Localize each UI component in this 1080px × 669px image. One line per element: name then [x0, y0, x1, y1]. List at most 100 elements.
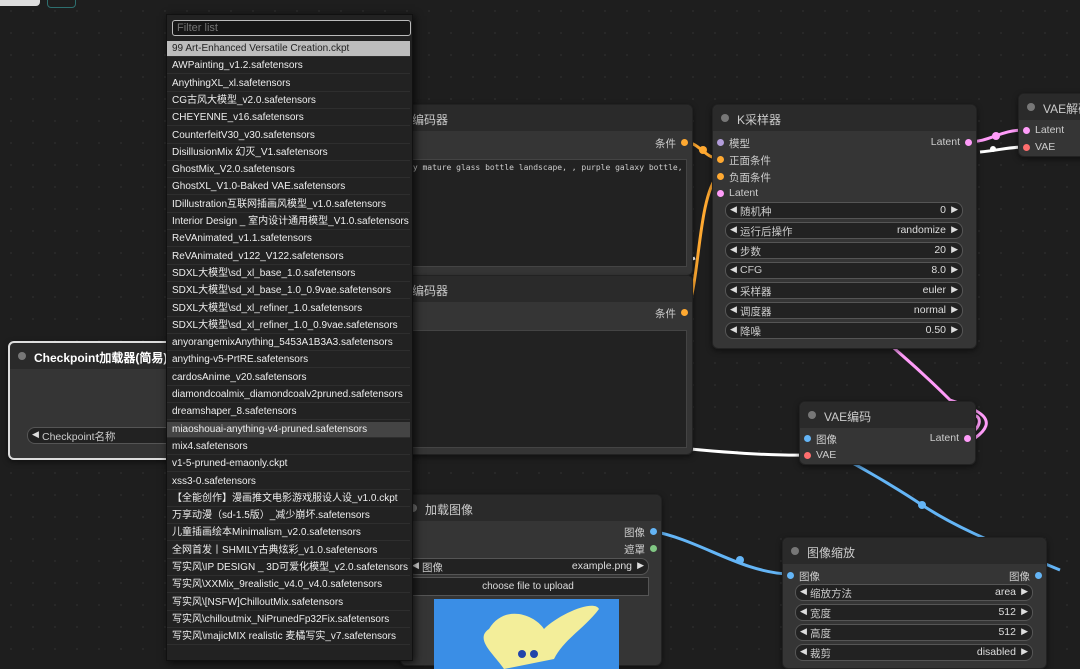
ksampler-node[interactable]: K采样器 模型 正面条件 负面条件 Latent Latent ◀ 随机种 0 ▶ ◀… — [712, 104, 977, 349]
dropdown-item[interactable]: GhostXL_V1.0-Baked VAE.safetensors — [167, 179, 410, 196]
load-image-node[interactable]: 加载图像 图像 遮罩 ◀ 图像 example.png ▶ choose file t… — [400, 494, 662, 669]
clip-text-encode-positive-node[interactable]: 编码器 条件 ry mature glass bottle landscape,… — [395, 104, 693, 276]
checkpoint-dropdown-list[interactable]: 99 Art-Enhanced Versatile Creation.ckptA… — [166, 14, 413, 661]
vae-decode-node[interactable]: VAE解码 Latent VAE — [1018, 93, 1080, 157]
width-widget[interactable]: ◀ 宽度 512 ▶ — [795, 604, 1033, 621]
seed-widget[interactable]: ◀ 随机种 0 ▶ — [725, 202, 963, 219]
prompt-textarea[interactable]: ry mature glass bottle landscape, , purp… — [404, 159, 687, 267]
node-title-bar[interactable]: VAE编码 — [800, 402, 975, 428]
dropdown-item[interactable]: SDXL大模型\sd_xl_refiner_1.0_0.9vae.safeten… — [167, 318, 410, 334]
negative-input-dot[interactable] — [717, 173, 724, 180]
collapse-dot-icon[interactable] — [721, 114, 729, 122]
vae-input-dot[interactable] — [804, 452, 811, 459]
input-label: VAE — [1035, 141, 1056, 153]
steps-widget[interactable]: ◀ 步数 20 ▶ — [725, 242, 963, 259]
node-title-bar[interactable]: 编码器 — [396, 276, 692, 302]
dropdown-item[interactable]: anything-v5-PrtRE.safetensors — [167, 352, 410, 369]
image-combo[interactable]: ◀ 图像 example.png ▶ — [407, 558, 649, 575]
dropdown-item[interactable]: ReVAnimated_v122_V122.safetensors — [167, 249, 410, 265]
node-title-bar[interactable]: K采样器 — [713, 105, 976, 131]
latent-output-dot[interactable] — [965, 139, 972, 146]
input-label: VAE — [816, 449, 837, 461]
node-title-bar[interactable]: 图像缩放 — [783, 538, 1046, 564]
dropdown-item[interactable]: anyorangemixAnything_5453A1B3A3.safetens… — [167, 335, 410, 352]
conditioning-output-dot[interactable] — [681, 139, 688, 146]
collapse-dot-icon[interactable] — [1027, 103, 1035, 111]
image-output-dot[interactable] — [650, 528, 657, 535]
dropdown-item[interactable]: SDXL大模型\sd_xl_base_1.0.safetensors — [167, 266, 410, 282]
dropdown-item[interactable]: ReVAnimated_v1.1.safetensors — [167, 231, 410, 248]
image-output-dot[interactable] — [1035, 572, 1042, 579]
dropdown-item[interactable]: GhostMix_V2.0.safetensors — [167, 162, 410, 179]
dropdown-item[interactable]: v1-5-pruned-emaonly.ckpt — [167, 456, 410, 473]
dropdown-item[interactable]: xss3-0.safetensors — [167, 474, 410, 490]
prompt-textarea[interactable] — [404, 330, 687, 448]
image-input-dot[interactable] — [804, 435, 811, 442]
positive-input-dot[interactable] — [717, 156, 724, 163]
dropdown-item[interactable]: 写实风\majicMIX realistic 麦橘写实_v7.safetenso… — [167, 629, 410, 646]
dropdown-item[interactable]: SDXL大模型\sd_xl_refiner_1.0.safetensors — [167, 301, 410, 317]
conditioning-output-dot[interactable] — [681, 309, 688, 316]
dropdown-item[interactable]: 99 Art-Enhanced Versatile Creation.ckpt — [167, 41, 410, 57]
latent-input-dot[interactable] — [1023, 127, 1030, 134]
dropdown-item[interactable]: mix4.safetensors — [167, 439, 410, 455]
dropdown-item[interactable]: DisillusionMix 幻灭_V1.safetensors — [167, 145, 410, 161]
dropdown-item[interactable]: 写实风\[NSFW]ChilloutMix.safetensors — [167, 595, 410, 611]
output-label: Latent — [929, 432, 959, 444]
dropdown-item[interactable]: 写实风\IP DESIGN _ 3D可爱化模型_v2.0.safetensors — [167, 560, 410, 576]
image-scale-node[interactable]: 图像缩放 图像 图像 ◀ 缩放方法 area ▶ ◀ 宽度 512 ▶ ◀ 高度 512 ▶ ◀ 裁… — [782, 537, 1047, 669]
crop-widget[interactable]: ◀ 裁剪 disabled ▶ — [795, 644, 1033, 661]
dropdown-item[interactable]: 写实风\chilloutmix_NiPrunedFp32Fix.safetens… — [167, 612, 410, 628]
control-after-generate-widget[interactable]: ◀ 运行后操作 randomize ▶ — [725, 222, 963, 239]
cfg-widget[interactable]: ◀ CFG 8.0 ▶ — [725, 262, 963, 279]
latent-input-dot[interactable] — [717, 190, 724, 197]
dropdown-item[interactable]: 写实风\XXMix_9realistic_v4.0_v4.0.safetenso… — [167, 577, 410, 594]
image-input-dot[interactable] — [787, 572, 794, 579]
input-label: 图像 — [799, 571, 820, 583]
upscale-method-widget[interactable]: ◀ 缩放方法 area ▶ — [795, 584, 1033, 601]
clip-text-encode-negative-node[interactable]: 编码器 条件 — [395, 275, 693, 455]
height-widget[interactable]: ◀ 高度 512 ▶ — [795, 624, 1033, 641]
checkpoint-loader-node[interactable]: Checkpoint加载器(简易) ◀ Checkpoint名称 — [8, 341, 199, 460]
node-title: VAE编码 — [824, 410, 872, 424]
dropdown-item[interactable]: Interior Design _ 室内设计通用模型_V1.0.safetens… — [167, 214, 410, 230]
dropdown-item[interactable]: 全网首发丨SHMILY古典炫彩_v1.0.safetensors — [167, 543, 410, 559]
filter-input[interactable] — [172, 20, 411, 36]
vae-input-dot[interactable] — [1023, 144, 1030, 151]
dropdown-item[interactable]: AnythingXL_xl.safetensors — [167, 76, 410, 92]
collapse-dot-icon[interactable] — [791, 547, 799, 555]
upload-button[interactable]: choose file to upload — [407, 577, 649, 596]
dropdown-item[interactable]: miaoshouai-anything-v4-pruned.safetensor… — [167, 421, 410, 438]
node-title-bar[interactable]: 加载图像 — [401, 495, 661, 521]
dropdown-item[interactable]: CounterfeitV30_v30.safetensors — [167, 128, 410, 144]
output-label: 遮罩 — [624, 544, 645, 556]
latent-output-dot[interactable] — [964, 435, 971, 442]
arrow-left-icon[interactable]: ◀ — [32, 429, 39, 440]
dropdown-item[interactable]: AWPainting_v1.2.safetensors — [167, 58, 410, 75]
model-input-dot[interactable] — [717, 139, 724, 146]
wire-image-to-scale — [651, 529, 789, 576]
vae-encode-node[interactable]: VAE编码 图像 VAE Latent — [799, 401, 976, 465]
node-title-bar[interactable]: Checkpoint加载器(简易) — [10, 343, 190, 369]
dropdown-item[interactable]: 万享动漫（sd-1.5版）_减少崩坏.safetensors — [167, 508, 410, 525]
collapse-dot-icon[interactable] — [808, 411, 816, 419]
node-title: 加载图像 — [425, 503, 474, 517]
dropdown-item[interactable]: 【全能创作】漫画推文电影游戏服设人设_v1.0.ckpt — [167, 491, 410, 507]
dropdown-item[interactable]: cardosAnime_v20.safetensors — [167, 370, 410, 386]
scheduler-widget[interactable]: ◀ 调度器 normal ▶ — [725, 302, 963, 319]
dropdown-item[interactable]: SDXL大模型\sd_xl_base_1.0_0.9vae.safetensor… — [167, 283, 410, 300]
dropdown-item[interactable]: diamondcoalmix_diamondcoalv2pruned.safet… — [167, 387, 410, 403]
dropdown-item[interactable]: 儿童插画绘本Minimalism_v2.0.safetensors — [167, 525, 410, 542]
dropdown-item[interactable]: CHEYENNE_v16.safetensors — [167, 110, 410, 127]
mask-output-dot[interactable] — [650, 545, 657, 552]
dropdown-item[interactable]: CG古风大模型_v2.0.safetensors — [167, 93, 410, 109]
collapse-dot-icon[interactable] — [18, 352, 26, 360]
dropdown-item[interactable]: dreamshaper_8.safetensors — [167, 404, 410, 421]
node-title-bar[interactable]: VAE解码 — [1019, 94, 1080, 120]
dropdown-item[interactable]: IDillustration互联网插画风模型_v1.0.safetensors — [167, 197, 410, 213]
denoise-widget[interactable]: ◀ 降噪 0.50 ▶ — [725, 322, 963, 339]
node-title: 编码器 — [412, 284, 449, 298]
node-title-bar[interactable]: 编码器 — [396, 105, 692, 131]
sampler-widget[interactable]: ◀ 采样器 euler ▶ — [725, 282, 963, 299]
node-title: K采样器 — [737, 113, 782, 127]
